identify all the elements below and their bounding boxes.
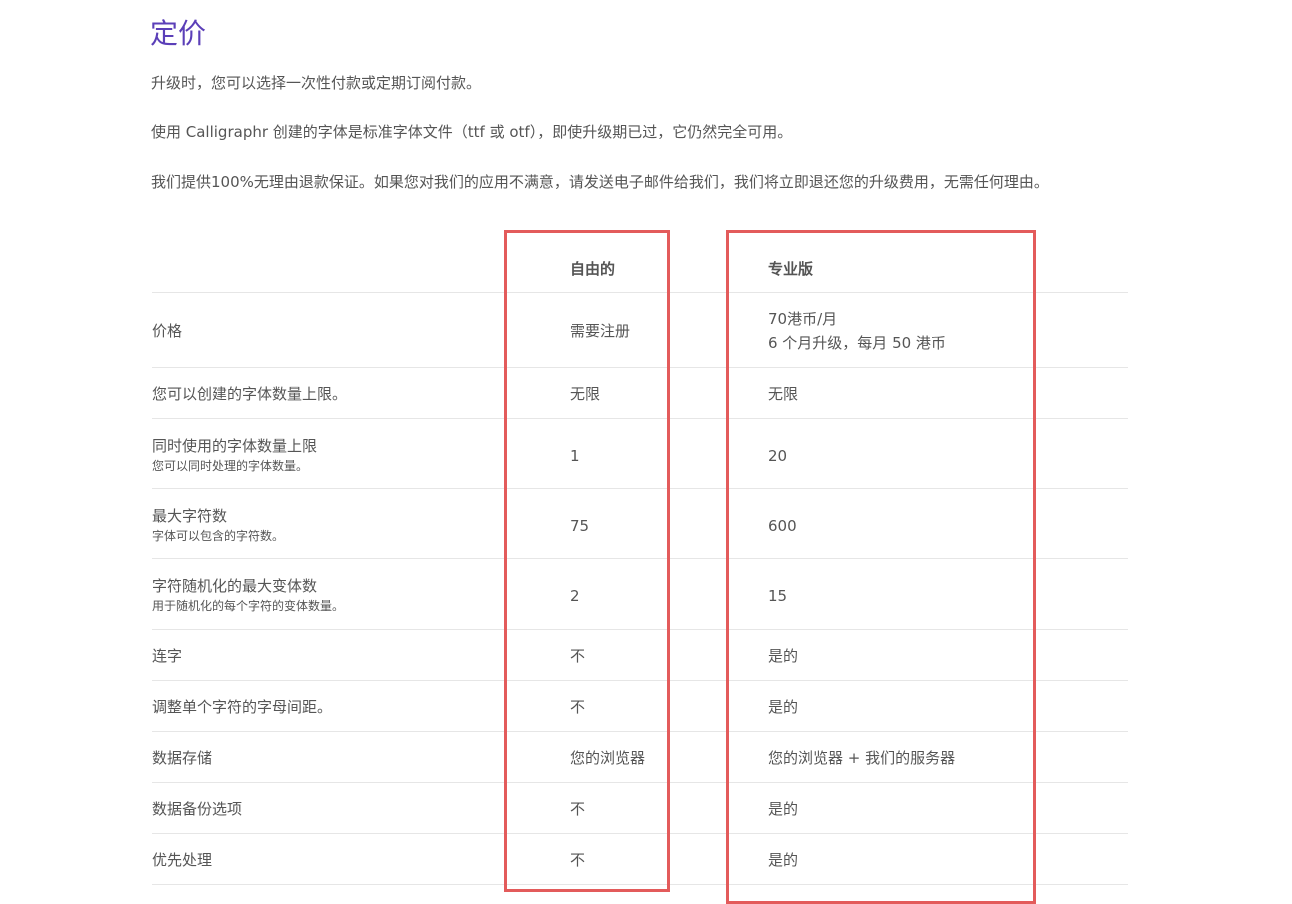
table-header: 自由的 专业版: [152, 242, 1128, 293]
free-value: 不: [570, 851, 586, 869]
intro-paragraph-refund: 我们提供100%无理由退款保证。如果您对我们的应用不满意，请发送电子邮件给我们，…: [151, 173, 1049, 191]
intro-paragraph-font-files: 使用 Calligraphr 创建的字体是标准字体文件（ttf 或 otf），即…: [151, 123, 793, 141]
feature-sublabel: 字体可以包含的字符数。: [152, 529, 285, 543]
free-value: 2: [570, 587, 580, 605]
feature-label-group: 字符随机化的最大变体数 用于随机化的每个字符的变体数量。: [152, 574, 344, 614]
pro-value: 15: [768, 587, 788, 605]
table-row-data-storage: 数据存储 您的浏览器 您的浏览器 + 我们的服务器: [152, 732, 1128, 783]
free-value: 不: [570, 647, 586, 665]
feature-label-group: 最大字符数 字体可以包含的字符数。: [152, 504, 284, 544]
table-row-concurrent-fonts: 同时使用的字体数量上限 您可以同时处理的字体数量。 1 20: [152, 419, 1128, 489]
free-value: 不: [570, 698, 586, 716]
pro-value: 20: [768, 447, 788, 465]
table-row-priority-processing: 优先处理 不 是的: [152, 834, 1128, 885]
feature-label: 数据备份选项: [152, 800, 243, 818]
free-value: 需要注册: [570, 322, 631, 340]
table-row-data-backup: 数据备份选项 不 是的: [152, 783, 1128, 834]
feature-label: 字符随机化的最大变体数: [152, 577, 318, 595]
feature-sublabel: 用于随机化的每个字符的变体数量。: [152, 599, 345, 613]
pro-value: 600: [768, 517, 797, 535]
table-row-max-variants: 字符随机化的最大变体数 用于随机化的每个字符的变体数量。 2 15: [152, 559, 1128, 630]
page-title: 定价: [150, 17, 207, 50]
free-value: 1: [570, 447, 580, 465]
pro-value-note: 6 个月升级，每月 50 港币: [768, 334, 946, 352]
table-row-max-fonts: 您可以创建的字体数量上限。 无限 无限: [152, 368, 1128, 419]
table-row-price: 价格 需要注册 70港币/月 6 个月升级，每月 50 港币: [152, 293, 1128, 368]
feature-label: 优先处理: [152, 851, 213, 869]
intro-paragraph-payment: 升级时，您可以选择一次性付款或定期订阅付款。: [151, 74, 482, 92]
table-row-max-characters: 最大字符数 字体可以包含的字符数。 75 600: [152, 489, 1128, 559]
pro-value-group: 70港币/月 6 个月升级，每月 50 港币: [768, 307, 946, 355]
feature-label-group: 同时使用的字体数量上限 您可以同时处理的字体数量。: [152, 434, 317, 474]
feature-label: 您可以创建的字体数量上限。: [152, 385, 348, 403]
table-row-ligatures: 连字 不 是的: [152, 630, 1128, 681]
free-value: 不: [570, 800, 586, 818]
pro-value: 是的: [768, 800, 799, 818]
column-header-free: 自由的: [570, 260, 616, 278]
free-value: 75: [570, 517, 590, 535]
feature-label: 同时使用的字体数量上限: [152, 437, 318, 455]
free-value: 您的浏览器: [570, 749, 646, 767]
pro-value: 您的浏览器 + 我们的服务器: [768, 749, 956, 767]
feature-label: 调整单个字符的字母间距。: [152, 698, 333, 716]
pricing-table: 自由的 专业版 价格 需要注册 70港币/月 6 个月升级，每月 50 港币 您…: [152, 242, 1128, 885]
pro-value: 是的: [768, 698, 799, 716]
pro-value: 是的: [768, 851, 799, 869]
feature-label: 最大字符数: [152, 507, 228, 525]
feature-label: 价格: [152, 322, 183, 340]
feature-sublabel: 您可以同时处理的字体数量。: [152, 459, 309, 473]
column-header-pro: 专业版: [768, 260, 814, 278]
pro-value: 无限: [768, 385, 799, 403]
feature-label: 数据存储: [152, 749, 213, 767]
pro-value: 是的: [768, 647, 799, 665]
pro-value: 70港币/月: [768, 310, 838, 328]
free-value: 无限: [570, 385, 601, 403]
feature-label: 连字: [152, 647, 183, 665]
table-row-letter-spacing: 调整单个字符的字母间距。 不 是的: [152, 681, 1128, 732]
